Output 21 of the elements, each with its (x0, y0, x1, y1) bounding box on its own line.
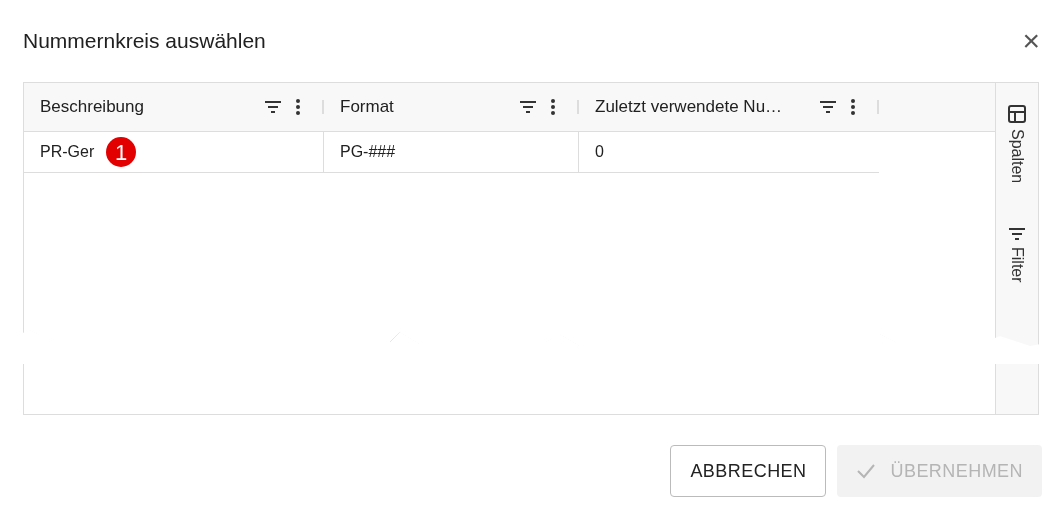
columns-icon[interactable] (1008, 105, 1026, 123)
side-tab[interactable]: Spalten (1005, 129, 1029, 184)
column-header[interactable]: Format (340, 94, 505, 120)
check-icon (856, 463, 877, 479)
table-cell-text: PG-### (340, 142, 396, 162)
table-cell-text: 0 (595, 142, 604, 162)
filter-icon[interactable] (1008, 227, 1026, 242)
filter-icon[interactable] (519, 100, 537, 114)
more-icon[interactable] (851, 99, 855, 115)
filter-icon[interactable] (264, 100, 282, 114)
side-tab[interactable]: Filter (1005, 247, 1029, 283)
column-header[interactable]: Zuletzt verwendete Nu… (595, 94, 805, 120)
column-header[interactable]: Beschreibung (40, 94, 250, 120)
cancel-button[interactable]: ABBRECHEN (670, 445, 827, 497)
more-icon[interactable] (296, 99, 300, 115)
close-button[interactable]: × (1022, 26, 1040, 56)
dialog-title: Nummernkreis auswählen (23, 28, 266, 55)
filter-icon[interactable] (819, 100, 837, 114)
table-cell-text: PR-Ger (40, 142, 95, 162)
more-icon[interactable] (551, 99, 555, 115)
number-badge: 1 (106, 137, 137, 167)
